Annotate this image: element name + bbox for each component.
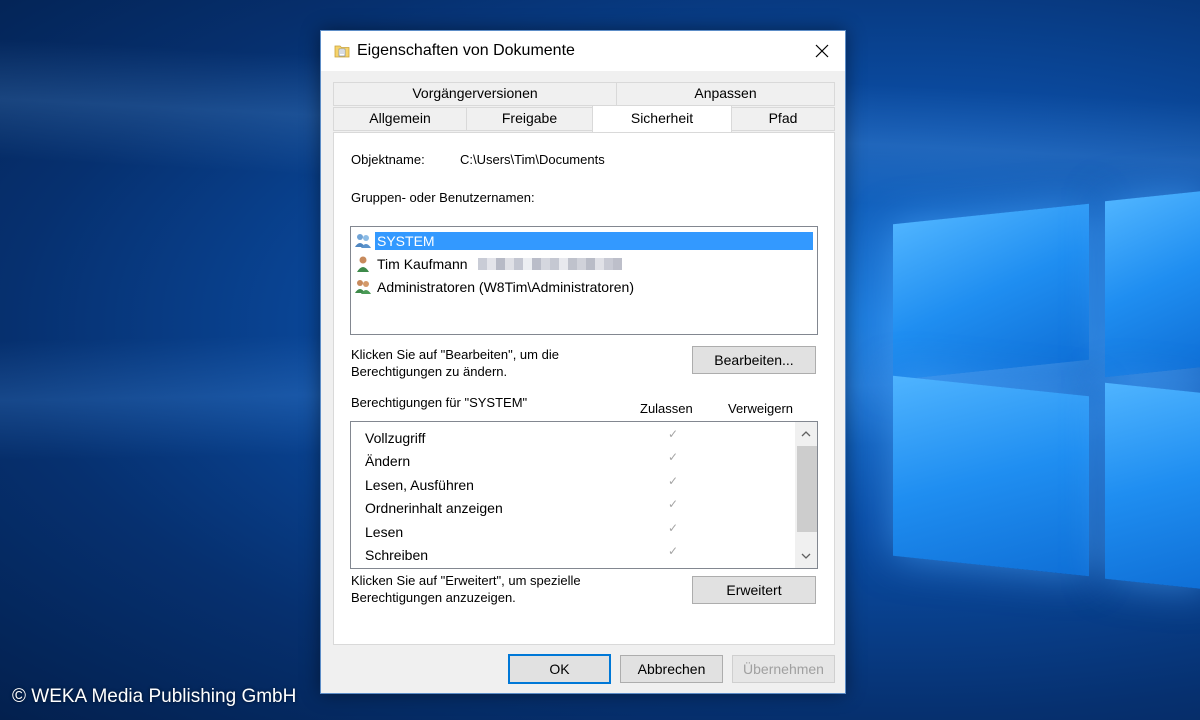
permissions-scrollbar[interactable] — [795, 422, 817, 568]
tab-allgemein[interactable]: Allgemein — [333, 107, 467, 131]
allow-column-header: Zulassen — [640, 401, 693, 416]
windows-logo-pane — [1105, 190, 1200, 378]
chevron-down-icon — [801, 553, 811, 559]
permission-row-label: Lesen, Ausführen — [365, 477, 474, 493]
title-bar[interactable]: Eigenschaften von Dokumente — [321, 31, 845, 71]
permissions-label: Berechtigungen für "SYSTEM" — [351, 395, 528, 410]
ok-button[interactable]: OK — [508, 654, 611, 684]
chevron-up-icon — [801, 431, 811, 437]
allow-check-icon: ✓ — [668, 427, 679, 441]
windows-logo-pane — [893, 203, 1089, 381]
security-tab-panel: Objektname: C:\Users\Tim\Documents Grupp… — [333, 132, 835, 645]
cancel-button[interactable]: Abbrechen — [620, 655, 723, 683]
edit-hint: Klicken Sie auf "Bearbeiten", um die Ber… — [351, 347, 559, 379]
permission-row-label: Lesen — [365, 524, 404, 540]
groups-label: Gruppen- oder Benutzernamen: — [351, 190, 535, 205]
windows-logo-pane — [1105, 382, 1200, 590]
tab-anpassen[interactable]: Anpassen — [616, 82, 835, 106]
permission-row-label: Schreiben — [365, 547, 429, 563]
tab-pfad[interactable]: Pfad — [731, 107, 835, 131]
redacted-account-id — [477, 258, 622, 270]
deny-column-header: Verweigern — [728, 401, 794, 416]
permission-row-label: Ändern — [365, 453, 411, 469]
permissions-list[interactable]: Vollzugriff ✓ Ändern ✓ Lesen, Ausführen … — [350, 421, 818, 569]
tab-vorgaengerversionen[interactable]: Vorgängerversionen — [333, 82, 617, 106]
list-item-administratoren[interactable]: Administratoren (W8Tim\Administratoren) — [353, 276, 636, 298]
scroll-thumb[interactable] — [797, 446, 817, 532]
user-name: Tim Kaufmann — [377, 256, 468, 272]
copyright-watermark: © WEKA Media Publishing GmbH — [12, 686, 297, 707]
window-title: Eigenschaften von Dokumente — [357, 42, 575, 59]
single-user-icon — [357, 256, 369, 272]
advanced-button[interactable]: Erweitert — [692, 576, 816, 604]
allow-check-icon: ✓ — [668, 497, 679, 511]
advanced-hint: Klicken Sie auf "Erweitert", um speziell… — [351, 573, 581, 605]
allow-check-icon: ✓ — [668, 474, 679, 488]
windows-logo-pane — [893, 375, 1089, 577]
object-name-value: C:\Users\Tim\Documents — [460, 152, 605, 167]
permission-row-label: Ordnerinhalt anzeigen — [365, 500, 503, 516]
tab-freigabe[interactable]: Freigabe — [466, 107, 593, 131]
list-item-system[interactable]: SYSTEM — [353, 230, 815, 252]
apply-button[interactable]: Übernehmen — [732, 655, 835, 683]
allow-check-icon: ✓ — [668, 544, 679, 558]
object-name-label: Objektname: — [351, 152, 425, 167]
folder-documents-icon — [334, 45, 350, 58]
allow-check-icon: ✓ — [668, 521, 679, 535]
user-list[interactable]: SYSTEM Tim Kaufmann Administratoren (W8T… — [350, 226, 818, 335]
scroll-down-arrow[interactable] — [795, 546, 817, 566]
scroll-up-arrow[interactable] — [795, 424, 817, 444]
edit-button[interactable]: Bearbeiten... — [692, 346, 816, 374]
user-name: Administratoren (W8Tim\Administratoren) — [377, 279, 634, 295]
group-user-icon — [355, 234, 371, 248]
user-name: SYSTEM — [375, 232, 813, 250]
tab-sicherheit[interactable]: Sicherheit — [592, 105, 732, 132]
permission-row-label: Vollzugriff — [365, 430, 426, 446]
list-item-tim-kaufmann[interactable]: Tim Kaufmann — [353, 253, 622, 275]
allow-check-icon: ✓ — [668, 450, 679, 464]
group-user-icon — [355, 280, 371, 294]
properties-dialog: Eigenschaften von Dokumente Vorgängerver… — [320, 30, 846, 694]
close-icon — [815, 44, 829, 58]
close-button[interactable] — [799, 31, 845, 71]
